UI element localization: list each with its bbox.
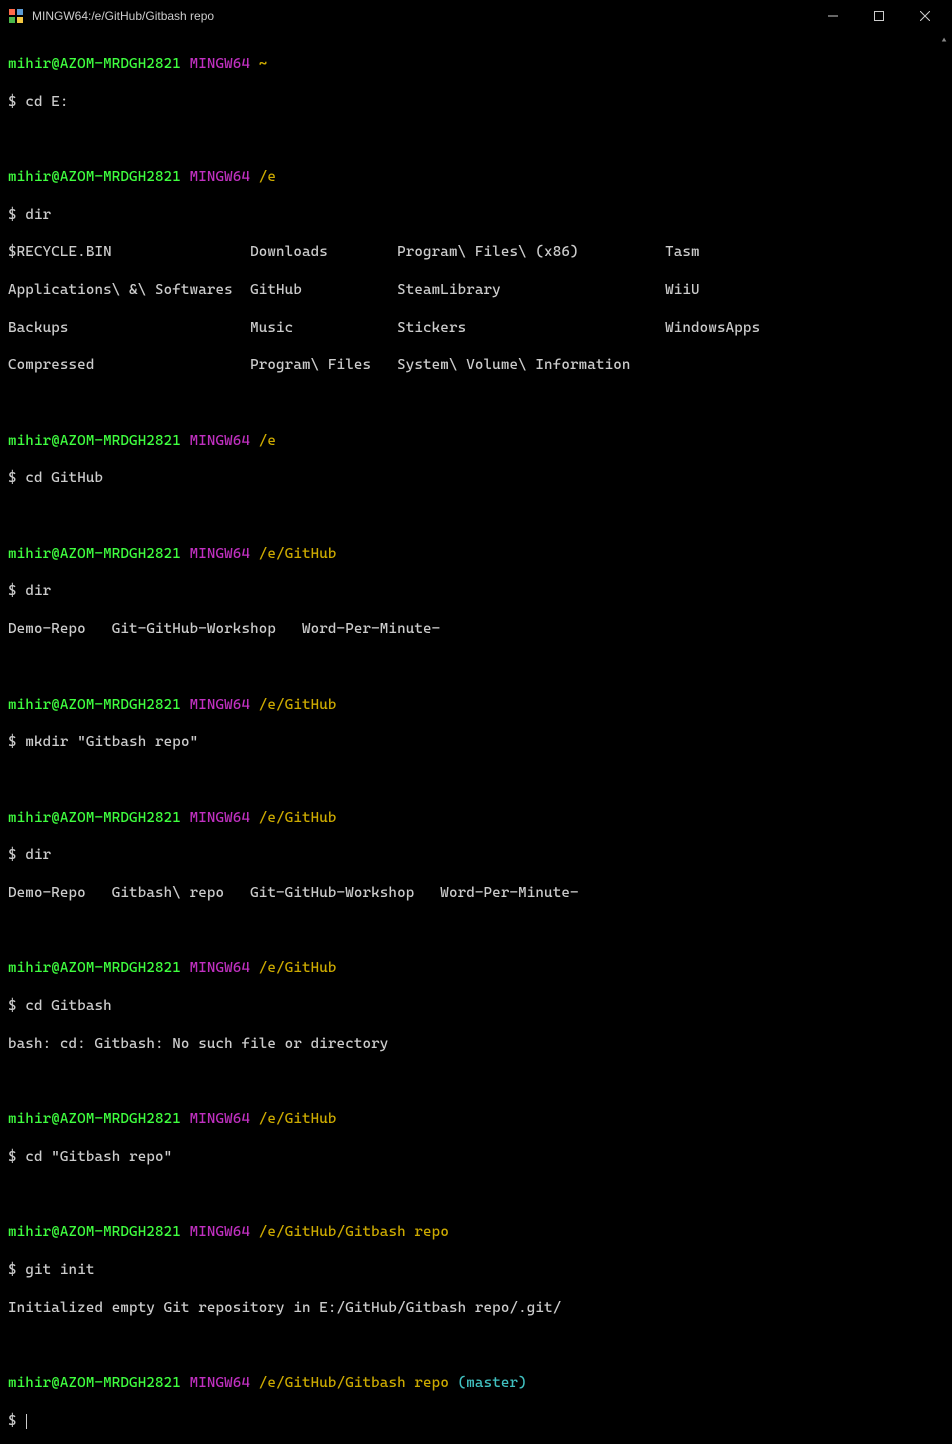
prompt-line: mihir@AZOM-MRDGH2821 MINGW64 /e/GitHub xyxy=(8,959,928,978)
blank xyxy=(8,1072,928,1091)
env: MINGW64 xyxy=(190,56,251,72)
scrollbar[interactable]: ▴ xyxy=(936,32,952,722)
command-line: $ cd GitHub xyxy=(8,469,928,488)
output-line: Demo-Repo Git-GitHub-Workshop Word-Per-M… xyxy=(8,620,928,639)
minimize-button[interactable] xyxy=(810,0,856,32)
user-host: mihir@AZOM-MRDGH2821 xyxy=(8,56,181,72)
blank xyxy=(8,922,928,941)
close-button[interactable] xyxy=(902,0,948,32)
prompt-line: mihir@AZOM-MRDGH2821 MINGW64 ~ xyxy=(8,55,928,74)
command-line: $ mkdir "Gitbash repo" xyxy=(8,733,928,752)
output-line: Initialized empty Git repository in E:/G… xyxy=(8,1299,928,1318)
command-line: $ cd "Gitbash repo" xyxy=(8,1148,928,1167)
command-line: $ dir xyxy=(8,206,928,225)
output-line: bash: cd: Gitbash: No such file or direc… xyxy=(8,1035,928,1054)
command: cd E: xyxy=(25,94,68,110)
command-line: $ dir xyxy=(8,582,928,601)
prompt-line: mihir@AZOM-MRDGH2821 MINGW64 /e/GitHub/G… xyxy=(8,1374,928,1393)
output-line: Backups Music Stickers WindowsApps xyxy=(8,319,928,338)
terminal[interactable]: mihir@AZOM-MRDGH2821 MINGW64 ~ $ cd E: m… xyxy=(0,32,936,722)
prompt-line: mihir@AZOM-MRDGH2821 MINGW64 /e/GitHub xyxy=(8,696,928,715)
prompt-line: mihir@AZOM-MRDGH2821 MINGW64 /e/GitHub xyxy=(8,809,928,828)
output-line: Compressed Program\ Files System\ Volume… xyxy=(8,356,928,375)
blank xyxy=(8,771,928,790)
blank xyxy=(8,658,928,677)
command-line: $ dir xyxy=(8,846,928,865)
window-title: MINGW64:/e/GitHub/Gitbash repo xyxy=(32,9,810,23)
maximize-button[interactable] xyxy=(856,0,902,32)
prompt-line: mihir@AZOM-MRDGH2821 MINGW64 /e xyxy=(8,432,928,451)
output-line: $RECYCLE.BIN Downloads Program\ Files\ (… xyxy=(8,243,928,262)
cursor xyxy=(26,1414,27,1429)
output-line: Demo-Repo Gitbash\ repo Git-GitHub-Works… xyxy=(8,884,928,903)
output-line: Applications\ &\ Softwares GitHub SteamL… xyxy=(8,281,928,300)
command-line: $ git init xyxy=(8,1261,928,1280)
blank xyxy=(8,130,928,149)
prompt-line: mihir@AZOM-MRDGH2821 MINGW64 /e/GitHub xyxy=(8,545,928,564)
command-line: $ cd Gitbash xyxy=(8,997,928,1016)
blank xyxy=(8,507,928,526)
blank xyxy=(8,1336,928,1355)
command-line: $ xyxy=(8,1412,928,1431)
titlebar: MINGW64:/e/GitHub/Gitbash repo xyxy=(0,0,952,32)
command-line: $ cd E: xyxy=(8,93,928,112)
app-icon xyxy=(8,8,24,24)
prompt-line: mihir@AZOM-MRDGH2821 MINGW64 /e xyxy=(8,168,928,187)
terminal-area: mihir@AZOM-MRDGH2821 MINGW64 ~ $ cd E: m… xyxy=(0,32,952,722)
blank xyxy=(8,394,928,413)
blank xyxy=(8,1185,928,1204)
branch: (master) xyxy=(458,1375,527,1391)
prompt-line: mihir@AZOM-MRDGH2821 MINGW64 /e/GitHub/G… xyxy=(8,1223,928,1242)
scrollbar-up-icon[interactable]: ▴ xyxy=(936,32,952,48)
path: ~ xyxy=(259,56,268,72)
window-controls xyxy=(810,0,948,32)
prompt-line: mihir@AZOM-MRDGH2821 MINGW64 /e/GitHub xyxy=(8,1110,928,1129)
